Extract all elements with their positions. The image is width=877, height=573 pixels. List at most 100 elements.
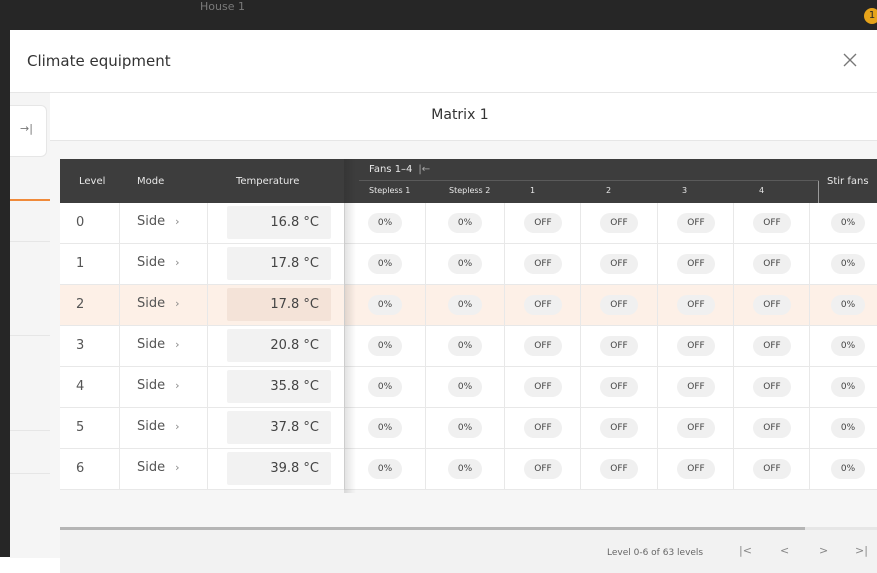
fan-1-toggle[interactable]: OFF [524, 213, 562, 233]
fan-3-toggle[interactable]: OFF [677, 295, 715, 315]
fan-3-toggle[interactable]: OFF [677, 336, 715, 356]
col-mode: Mode [137, 176, 165, 187]
cell-divider [425, 408, 426, 448]
fan-2-toggle[interactable]: OFF [600, 459, 638, 479]
fan-2-toggle[interactable]: OFF [600, 213, 638, 233]
stepless-2-value[interactable]: 0% [448, 295, 482, 315]
stepless-1-value[interactable]: 0% [368, 336, 402, 356]
cell-divider [425, 326, 426, 366]
stepless-2-value[interactable]: 0% [448, 418, 482, 438]
stir-fans-value[interactable]: 0% [831, 295, 865, 315]
fan-1-toggle[interactable]: OFF [524, 254, 562, 274]
chevron-right-icon: › [175, 256, 180, 269]
fan-1-toggle[interactable]: OFF [524, 459, 562, 479]
cell-divider [657, 244, 658, 284]
first-page-button[interactable]: |< [739, 544, 752, 557]
stepless-1-value[interactable]: 0% [368, 213, 402, 233]
fan-1-toggle[interactable]: OFF [524, 418, 562, 438]
stir-fans-value[interactable]: 0% [831, 213, 865, 233]
stepless-1-value[interactable]: 0% [368, 418, 402, 438]
temperature-value[interactable]: 17.8 °C [227, 288, 331, 321]
fan-3-toggle[interactable]: OFF [677, 213, 715, 233]
fan-3-toggle[interactable]: OFF [677, 377, 715, 397]
table-row[interactable]: 5 Side › 37.8 °C 0% 0% OFF OFF OFF OFF 0% [60, 408, 877, 449]
fan-1-toggle[interactable]: OFF [524, 295, 562, 315]
mode-selector[interactable]: Side › [137, 378, 180, 393]
close-button[interactable] [838, 48, 862, 72]
prev-page-button[interactable]: < [780, 544, 789, 557]
temperature-value[interactable]: 16.8 °C [227, 206, 331, 239]
table-row[interactable]: 3 Side › 20.8 °C 0% 0% OFF OFF OFF OFF 0% [60, 326, 877, 367]
stir-fans-value[interactable]: 0% [831, 377, 865, 397]
last-page-button[interactable]: >| [855, 544, 868, 557]
fan-2-toggle[interactable]: OFF [600, 418, 638, 438]
fan-2-toggle[interactable]: OFF [600, 295, 638, 315]
cell-divider [425, 285, 426, 325]
fan-2-toggle[interactable]: OFF [600, 377, 638, 397]
stepless-2-value[interactable]: 0% [448, 459, 482, 479]
stepless-1-value[interactable]: 0% [368, 377, 402, 397]
fan-4-toggle[interactable]: OFF [753, 377, 791, 397]
fan-2-toggle[interactable]: OFF [600, 254, 638, 274]
divider [10, 473, 50, 474]
table-row[interactable]: 4 Side › 35.8 °C 0% 0% OFF OFF OFF OFF 0% [60, 367, 877, 408]
table-row[interactable]: 1 Side › 17.8 °C 0% 0% OFF OFF OFF OFF 0% [60, 244, 877, 285]
cell-divider [809, 203, 810, 243]
mode-value: Side [137, 378, 166, 393]
stepless-2-value[interactable]: 0% [448, 213, 482, 233]
fan-4-toggle[interactable]: OFF [753, 336, 791, 356]
fan-4-toggle[interactable]: OFF [753, 459, 791, 479]
next-page-button[interactable]: > [819, 544, 828, 557]
mode-selector[interactable]: Side › [137, 337, 180, 352]
table-row[interactable]: 6 Side › 39.8 °C 0% 0% OFF OFF OFF OFF 0% [60, 449, 877, 490]
close-icon [843, 53, 857, 67]
stir-fans-value[interactable]: 0% [831, 418, 865, 438]
stepless-1-value[interactable]: 0% [368, 459, 402, 479]
fan-4-toggle[interactable]: OFF [753, 418, 791, 438]
fan-2-toggle[interactable]: OFF [600, 336, 638, 356]
cell-divider [733, 367, 734, 407]
mode-value: Side [137, 460, 166, 475]
fan-3-toggle[interactable]: OFF [677, 254, 715, 274]
mode-value: Side [137, 337, 166, 352]
expand-panel-icon: →| [20, 122, 33, 135]
cell-divider [504, 285, 505, 325]
mode-selector[interactable]: Side › [137, 419, 180, 434]
stir-fans-value[interactable]: 0% [831, 254, 865, 274]
cell-divider [119, 203, 120, 243]
fan-1-toggle[interactable]: OFF [524, 336, 562, 356]
dialog-title: Climate equipment [27, 52, 171, 70]
background-sidebar [0, 40, 10, 557]
temperature-value[interactable]: 17.8 °C [227, 247, 331, 280]
cell-divider [580, 244, 581, 284]
stepless-2-value[interactable]: 0% [448, 377, 482, 397]
stir-fans-value[interactable]: 0% [831, 336, 865, 356]
cell-divider [207, 203, 208, 243]
mode-selector[interactable]: Side › [137, 255, 180, 270]
stir-fans-value[interactable]: 0% [831, 459, 865, 479]
temperature-value[interactable]: 20.8 °C [227, 329, 331, 362]
fan-3-toggle[interactable]: OFF [677, 459, 715, 479]
stepless-2-value[interactable]: 0% [448, 254, 482, 274]
temperature-value[interactable]: 39.8 °C [227, 452, 331, 485]
stepless-2-value[interactable]: 0% [448, 336, 482, 356]
mode-selector[interactable]: Side › [137, 296, 180, 311]
expand-panel-button[interactable]: →| [10, 105, 47, 157]
fan-1-toggle[interactable]: OFF [524, 377, 562, 397]
fan-4-toggle[interactable]: OFF [753, 295, 791, 315]
cell-divider [733, 449, 734, 489]
stepless-1-value[interactable]: 0% [368, 254, 402, 274]
temperature-value[interactable]: 35.8 °C [227, 370, 331, 403]
mode-selector[interactable]: Side › [137, 460, 180, 475]
stepless-1-value[interactable]: 0% [368, 295, 402, 315]
table-row[interactable]: 2 Side › 17.8 °C 0% 0% OFF OFF OFF OFF 0% [60, 285, 877, 326]
collapse-left-icon[interactable]: |← [418, 164, 430, 175]
cell-divider [425, 203, 426, 243]
fan-3-toggle[interactable]: OFF [677, 418, 715, 438]
col-stir-fans: Stir fans [827, 176, 869, 187]
fan-4-toggle[interactable]: OFF [753, 213, 791, 233]
temperature-value[interactable]: 37.8 °C [227, 411, 331, 444]
fan-4-toggle[interactable]: OFF [753, 254, 791, 274]
mode-selector[interactable]: Side › [137, 214, 180, 229]
table-row[interactable]: 0 Side › 16.8 °C 0% 0% OFF OFF OFF OFF 0% [60, 203, 877, 244]
